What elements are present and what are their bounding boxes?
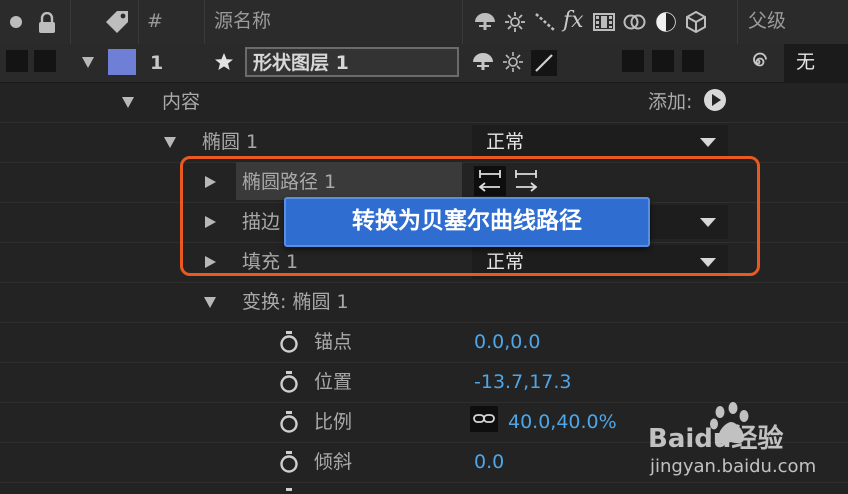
ellipse-group-twirl[interactable] — [164, 137, 176, 148]
layer-number: 1 — [150, 52, 164, 74]
watermark-brand: Baidu经验 — [648, 424, 784, 454]
layer-number-header[interactable]: # — [147, 12, 163, 31]
motion-blur-toggle[interactable] — [652, 50, 674, 72]
transform-label: 变换: 椭圆 1 — [242, 291, 349, 313]
parent-header[interactable]: 父级 — [748, 12, 786, 31]
effects-header[interactable]: fx — [563, 10, 584, 32]
chevron-down-icon — [700, 258, 716, 267]
scale-label: 比例 — [314, 411, 353, 433]
video-switch-icon[interactable] — [10, 16, 22, 28]
anchor-label: 锚点 — [314, 331, 353, 353]
anchor-row: 锚点 0.0,0.0 — [0, 322, 848, 363]
ellipse-blend-mode-value: 正常 — [486, 131, 525, 153]
fill-row: 填充 1 正常 — [0, 242, 848, 283]
quality-icon[interactable] — [534, 12, 556, 36]
chevron-down-icon — [700, 138, 716, 147]
parent-value: 无 — [796, 51, 816, 73]
layer-row[interactable]: 1 形状图层 1 无 — [0, 44, 848, 83]
lock-toggle[interactable] — [34, 50, 56, 72]
parent-dropdown[interactable]: 无 — [784, 44, 848, 82]
fill-blend-mode-dropdown[interactable]: 正常 — [472, 245, 728, 279]
lock-icon[interactable] — [38, 11, 56, 38]
path-direction-icon[interactable] — [474, 166, 506, 196]
label-tag-icon[interactable] — [104, 10, 130, 38]
ellipse-group-row: 椭圆 1 正常 — [0, 122, 848, 163]
baidu-watermark: Baidu经验 jingyan.baidu.com — [648, 398, 844, 484]
chevron-down-icon — [700, 218, 716, 227]
effect-switch-toggle[interactable] — [622, 50, 644, 72]
transform-row: 变换: 椭圆 1 — [0, 282, 848, 323]
scale-value[interactable]: 40.0,40.0% — [508, 413, 617, 432]
add-menu-button[interactable] — [704, 89, 726, 111]
ellipse-blend-mode-dropdown[interactable]: 正常 — [472, 125, 728, 159]
ellipse-path-label[interactable]: 椭圆路径 1 — [242, 173, 336, 192]
skew-value[interactable]: 0.0 — [474, 453, 504, 472]
shy-switch-icon[interactable] — [472, 52, 494, 76]
anchor-value[interactable]: 0.0,0.0 — [474, 333, 540, 352]
transform-twirl[interactable] — [204, 297, 216, 308]
collapse-sun-icon[interactable] — [504, 11, 526, 37]
3d-layer-icon[interactable] — [685, 10, 707, 38]
watermark-url: jingyan.baidu.com — [650, 456, 817, 477]
tooltip: 转换为贝塞尔曲线路径 — [284, 197, 650, 247]
contents-label: 内容 — [162, 91, 201, 113]
ellipse-path-twirl[interactable] — [205, 176, 216, 188]
3d-toggle[interactable] — [682, 50, 704, 72]
layer-name-field[interactable]: 形状图层 1 — [245, 47, 459, 77]
stopwatch-icon — [279, 488, 299, 494]
tooltip-text: 转换为贝塞尔曲线路径 — [352, 208, 582, 234]
layer-label-color[interactable] — [108, 49, 136, 75]
shape-star-icon — [214, 52, 234, 76]
ellipse-group-label: 椭圆 1 — [202, 131, 259, 153]
adjustment-layer-icon[interactable] — [655, 11, 677, 37]
parent-pickwhip-icon[interactable] — [748, 52, 768, 76]
stopwatch-icon[interactable] — [279, 371, 299, 397]
column-header-bar: # 源名称 fx 父级 — [0, 0, 848, 45]
position-label: 位置 — [314, 371, 353, 393]
fill-twirl[interactable] — [205, 256, 216, 268]
stopwatch-icon[interactable] — [279, 451, 299, 477]
layer-expand-twirl[interactable] — [82, 57, 94, 68]
stopwatch-icon[interactable] — [279, 411, 299, 437]
stroke-twirl[interactable] — [205, 216, 216, 228]
skew-label: 倾斜 — [314, 451, 353, 473]
add-label: 添加: — [648, 91, 693, 113]
reverse-path-icon[interactable] — [510, 166, 542, 196]
layer-name: 形状图层 1 — [253, 52, 349, 74]
constrain-proportions-link-icon[interactable] — [470, 406, 498, 432]
position-row: 位置 -13.7,17.3 — [0, 362, 848, 403]
contents-twirl[interactable] — [122, 97, 134, 108]
fill-label: 填充 1 — [242, 251, 299, 273]
position-value[interactable]: -13.7,17.3 — [474, 373, 572, 392]
frame-blend-icon[interactable] — [593, 12, 615, 36]
stopwatch-icon[interactable] — [279, 331, 299, 357]
fill-blend-mode-value: 正常 — [486, 251, 525, 273]
quality-switch-icon[interactable] — [531, 50, 557, 76]
contents-row: 内容 添加: — [0, 82, 848, 123]
shy-icon[interactable] — [474, 12, 496, 36]
source-name-header[interactable]: 源名称 — [214, 12, 271, 31]
video-toggle[interactable] — [6, 50, 28, 72]
collapse-switch-icon[interactable] — [502, 51, 524, 77]
motion-blur-icon[interactable] — [623, 12, 647, 36]
